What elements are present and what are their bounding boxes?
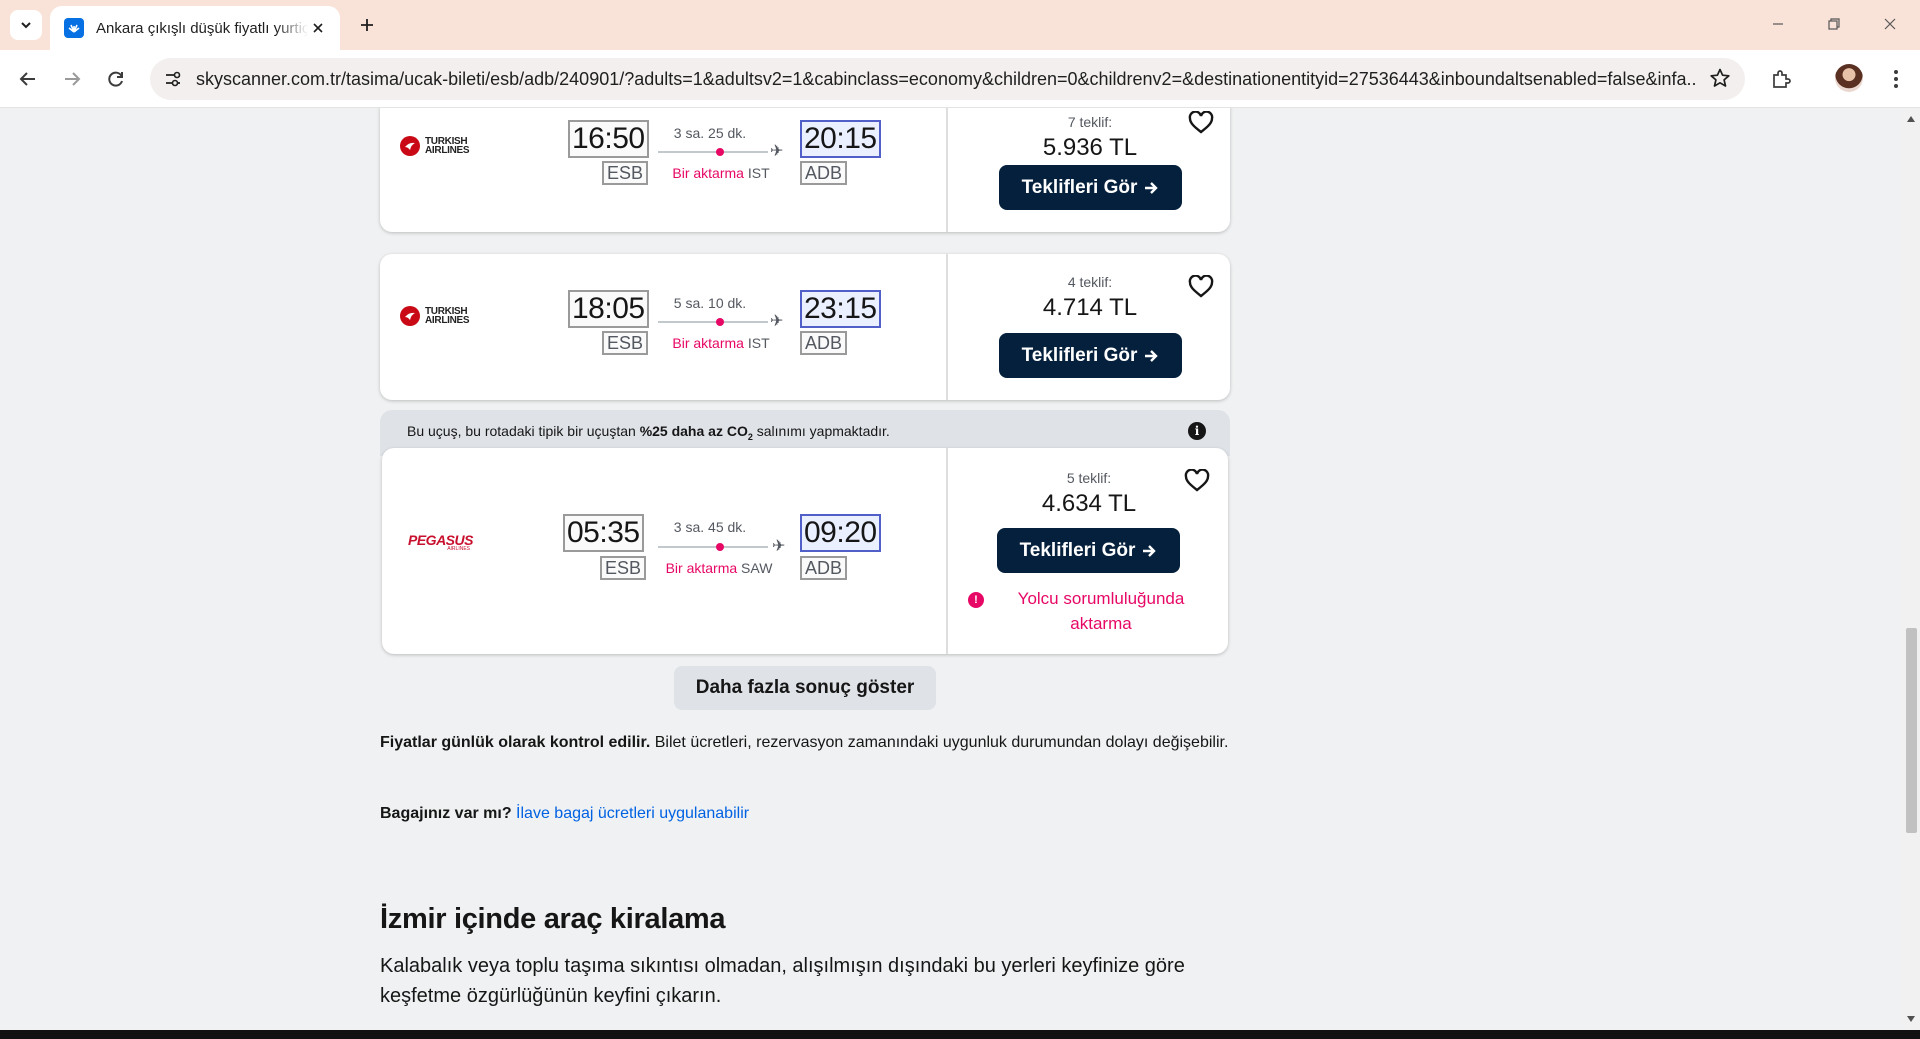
reload-icon bbox=[108, 71, 123, 87]
warning-text: Yolcu sorumluluğunda aktarma bbox=[1017, 589, 1185, 633]
arrow-right-icon bbox=[65, 72, 81, 86]
browser-toolbar: skyscanner.com.tr/tasima/ucak-bileti/esb… bbox=[0, 50, 1920, 108]
departure-time: 16:50 bbox=[568, 120, 649, 158]
view-deals-button[interactable]: Teklifleri Gör bbox=[999, 333, 1182, 378]
chevron-down-icon bbox=[21, 22, 31, 29]
view-deals-button[interactable]: Teklifleri Gör bbox=[997, 528, 1180, 573]
heart-icon[interactable] bbox=[1186, 108, 1216, 138]
arrival-time: 20:15 bbox=[800, 120, 881, 158]
plane-icon: ✈ bbox=[770, 313, 784, 330]
restore-icon bbox=[1828, 18, 1840, 30]
minimize-button[interactable] bbox=[1758, 8, 1798, 40]
stops-info: Bir aktarma SAW bbox=[665, 560, 773, 576]
heart-icon[interactable] bbox=[1182, 466, 1212, 496]
price-panel: 4 teklif: 4.714 TL Teklifleri Gör bbox=[946, 254, 1230, 400]
stops-info: Bir aktarma IST bbox=[672, 165, 770, 181]
flight-card[interactable]: TURKISH AIRLINES 18:05 ESB 5 sa. 10 dk. ✈… bbox=[380, 254, 1230, 400]
plane-icon: ✈ bbox=[772, 538, 786, 555]
destination-code: ADB bbox=[800, 331, 848, 355]
address-bar[interactable]: skyscanner.com.tr/tasima/ucak-bileti/esb… bbox=[150, 58, 1745, 100]
minimize-icon bbox=[1773, 23, 1783, 25]
tab-search-button[interactable] bbox=[10, 10, 42, 40]
new-tab-button[interactable] bbox=[352, 10, 382, 40]
view-deals-button[interactable]: Teklifleri Gör bbox=[999, 165, 1182, 210]
stop-dot bbox=[716, 543, 724, 551]
route-line bbox=[658, 546, 768, 548]
destination-code: ADB bbox=[800, 161, 848, 185]
heart-icon[interactable] bbox=[1186, 272, 1216, 302]
route-line bbox=[658, 321, 768, 323]
more-vertical-icon bbox=[1894, 70, 1898, 88]
url-text: skyscanner.com.tr/tasima/ucak-bileti/esb… bbox=[196, 68, 1696, 89]
tab-strip: Ankara çıkışlı düşük fiyatlı yurtiçi bbox=[0, 0, 1920, 50]
page-content: TURKISH AIRLINES 16:50 ESB 3 sa. 25 dk. ✈… bbox=[0, 108, 1903, 1030]
arrow-right-icon bbox=[1143, 544, 1157, 557]
flight-duration: 3 sa. 45 dk. bbox=[673, 519, 747, 535]
scroll-down-arrow-icon[interactable] bbox=[1907, 1016, 1915, 1022]
alert-icon: ! bbox=[968, 592, 984, 608]
stops-info: Bir aktarma IST bbox=[672, 335, 770, 351]
profile-avatar[interactable] bbox=[1835, 64, 1863, 92]
origin-code: ESB bbox=[602, 161, 649, 185]
flight-card[interactable]: TURKISH AIRLINES 16:50 ESB 3 sa. 25 dk. ✈… bbox=[380, 108, 1230, 232]
stop-dot bbox=[716, 148, 724, 156]
departure-time: 05:35 bbox=[563, 514, 644, 552]
destination-code: ADB bbox=[800, 556, 848, 580]
departure-time: 18:05 bbox=[568, 290, 649, 328]
arrow-left-icon bbox=[19, 72, 35, 86]
airline-logo: TURKISH AIRLINES bbox=[400, 136, 470, 156]
price-check-note: Fiyatlar günlük olarak kontrol edilir. B… bbox=[380, 734, 1229, 751]
price-panel: 5 teklif: 4.634 TL Teklifleri Gör ! Yolc… bbox=[946, 448, 1228, 654]
back-button[interactable] bbox=[12, 63, 44, 95]
self-transfer-warning: ! Yolcu sorumluluğunda aktarma bbox=[968, 586, 1218, 636]
close-window-button[interactable] bbox=[1870, 8, 1910, 40]
pegasus-logo: PEGASUS AIRLINES bbox=[408, 532, 473, 552]
flight-details: TURKISH AIRLINES 16:50 ESB 3 sa. 25 dk. ✈… bbox=[380, 108, 946, 232]
arrival-time: 23:15 bbox=[800, 290, 881, 328]
plus-icon bbox=[361, 19, 373, 31]
flight-duration: 3 sa. 25 dk. bbox=[673, 125, 747, 141]
arrow-right-icon bbox=[1145, 349, 1159, 362]
baggage-fees-link[interactable]: İlave bagaj ücretleri uygulanabilir bbox=[516, 805, 749, 822]
skyscanner-favicon-icon bbox=[64, 18, 84, 38]
extensions-button[interactable] bbox=[1765, 63, 1797, 95]
taskbar-edge bbox=[0, 1030, 1920, 1039]
turkish-airlines-bird-icon bbox=[400, 136, 420, 156]
turkish-airlines-bird-icon bbox=[400, 306, 420, 326]
price-panel: 7 teklif: 5.936 TL Teklifleri Gör bbox=[946, 108, 1230, 232]
origin-code: ESB bbox=[602, 331, 649, 355]
price: 5.936 TL bbox=[1042, 134, 1138, 161]
co2-text: Bu uçuş, bu rotadaki tipik bir uçuştan %… bbox=[407, 423, 890, 442]
site-info-icon[interactable] bbox=[156, 62, 190, 96]
bookmark-star-icon[interactable] bbox=[1709, 67, 1731, 94]
car-hire-description: Kalabalık veya toplu taşıma sıkıntısı ol… bbox=[380, 955, 1185, 1007]
page-scrollbar[interactable] bbox=[1903, 108, 1920, 1030]
active-tab[interactable]: Ankara çıkışlı düşük fiyatlı yurtiçi bbox=[50, 6, 340, 50]
tab-title: Ankara çıkışlı düşük fiyatlı yurtiçi bbox=[96, 19, 308, 37]
forward-button[interactable] bbox=[56, 63, 88, 95]
baggage-note: Bagajınız var mı? İlave bagaj ücretleri … bbox=[380, 805, 750, 822]
route-line bbox=[658, 151, 768, 153]
airline-logo: TURKISH AIRLINES bbox=[400, 306, 470, 326]
reload-button[interactable] bbox=[100, 63, 132, 95]
browser-menu-button[interactable] bbox=[1880, 63, 1912, 95]
arrow-right-icon bbox=[1145, 181, 1159, 194]
origin-code: ESB bbox=[600, 556, 647, 580]
scroll-up-arrow-icon[interactable] bbox=[1907, 116, 1915, 122]
puzzle-icon bbox=[1773, 70, 1791, 88]
close-icon bbox=[1884, 18, 1896, 30]
arrival-time: 09:20 bbox=[800, 514, 881, 552]
car-hire-heading: İzmir içinde araç kiralama bbox=[380, 903, 726, 935]
tab-close-icon[interactable] bbox=[308, 18, 328, 38]
flight-details: TURKISH AIRLINES 18:05 ESB 5 sa. 10 dk. ✈… bbox=[380, 254, 946, 400]
scroll-thumb[interactable] bbox=[1906, 628, 1917, 833]
show-more-results-button[interactable]: Daha fazla sonuç göster bbox=[674, 666, 936, 710]
stop-dot bbox=[716, 318, 724, 326]
info-icon[interactable]: i bbox=[1188, 422, 1206, 440]
restore-button[interactable] bbox=[1814, 8, 1854, 40]
flight-card[interactable]: PEGASUS AIRLINES 05:35 ESB 3 sa. 45 dk. … bbox=[382, 448, 1228, 654]
plane-icon: ✈ bbox=[770, 143, 784, 160]
flight-details: PEGASUS AIRLINES 05:35 ESB 3 sa. 45 dk. … bbox=[382, 448, 946, 654]
flight-duration: 5 sa. 10 dk. bbox=[673, 295, 747, 311]
